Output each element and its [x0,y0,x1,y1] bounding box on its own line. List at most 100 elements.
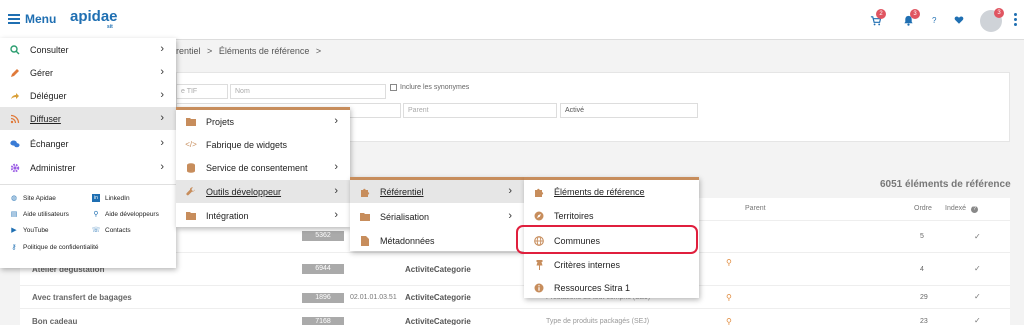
chevron-right-icon: › [334,161,338,173]
row-type: ActiviteCategorie [405,317,471,325]
parent-filter-input[interactable]: Parent [403,103,557,118]
check-icon: ✓ [974,292,981,301]
menu-item-metadonnees[interactable]: Métadonnées [350,229,524,252]
menu-item-gerer[interactable]: Gérer › [0,61,176,84]
bell-badge: 3 [910,9,920,19]
row-divider [20,285,1010,286]
link-youtube[interactable]: ▶ YouTube [10,226,48,235]
name-filter-input[interactable]: Nom [230,84,386,99]
globe-icon: ◍ [10,195,18,202]
menu-item-outils-developpeur[interactable]: Outils développeur › [176,180,350,203]
apidae-logo[interactable]: apidae sit [70,8,118,30]
menu-item-elements-reference[interactable]: Éléments de référence [524,180,699,203]
include-synonyms-checkbox[interactable]: Inclure les synonymes [390,84,469,91]
menu-divider [0,184,176,185]
file-icon [360,235,370,246]
checkbox-icon [390,84,397,91]
breadcrumb-elements: Éléments de référence [218,46,310,56]
menu-item-serialisation[interactable]: Sérialisation › [350,205,524,228]
menu-item-label: Territoires [554,210,594,221]
menu-button[interactable]: Menu [8,12,56,26]
chevron-right-icon: › [160,161,164,173]
search-icon[interactable]: ⚲ [726,293,732,302]
chevron-right-icon: › [160,89,164,101]
search-icon [10,44,20,55]
col-header-ordre[interactable]: Ordre [914,205,932,212]
code-filter-input[interactable]: e TIF [176,84,228,99]
col-header-indexe[interactable]: Indexé [945,205,966,212]
menu-item-label: Outils développeur [206,186,282,197]
menu-item-projets[interactable]: Projets › [176,110,350,133]
link-label: Site Apidae [23,194,56,202]
row-id: 5362 [302,231,344,241]
search-icon[interactable]: ⚲ [726,258,732,267]
row-id: 6944 [302,264,344,274]
main-menu: Consulter › Gérer › Déléguer › Diffuser … [0,38,176,268]
row-id: 1896 [302,293,344,303]
hamburger-icon [8,14,20,24]
book-icon: ▤ [10,211,18,218]
link-site-apidae[interactable]: ◍ Site Apidae [10,194,56,203]
breadcrumb-referentiel[interactable]: rentiel [176,46,201,56]
avatar-badge: 3 [994,8,1004,18]
submenu-diffuser: Projets › </> Fabrique de widgets Servic… [176,107,350,227]
status-select[interactable]: Activé [560,103,698,118]
link-politique-confidentialite[interactable]: ⚷ Politique de confidentialité [10,243,99,252]
menu-item-administrer[interactable]: Administrer › [0,156,176,179]
link-aide-developpeurs[interactable]: ⚲ Aide développeurs [92,210,158,219]
menu-item-deleguer[interactable]: Déléguer › [0,84,176,107]
check-icon: ✓ [974,232,981,241]
menu-item-label: Service de consentement [206,162,308,173]
menu-item-diffuser[interactable]: Diffuser › [0,107,176,130]
breadcrumb: rentiel > Éléments de référence > [176,46,321,56]
gear-icon [10,163,20,173]
more-vertical-icon[interactable] [1014,13,1017,26]
pencil-icon [10,68,20,78]
menu-item-territoires[interactable]: Territoires [524,204,699,227]
chat-icon [10,139,20,149]
breadcrumb-separator: > [315,46,322,56]
menu-item-service-consentement[interactable]: Service de consentement › [176,156,350,179]
chevron-right-icon: › [160,112,164,124]
chevron-right-icon: › [508,210,512,222]
menu-item-label: Critères internes [554,259,621,270]
row-ordre: 29 [920,294,928,301]
row-divider [20,308,1010,309]
menu-item-ressources-sitra[interactable]: Ressources Sitra 1 [524,276,699,299]
menu-item-label: Déléguer [30,90,67,101]
link-aide-utilisateurs[interactable]: ▤ Aide utilisateurs [10,210,69,219]
link-contacts[interactable]: ☏ Contacts [91,226,131,235]
link-linkedin[interactable]: in LinkedIn [92,194,130,202]
chevron-right-icon: › [160,43,164,55]
chevron-right-icon: › [334,115,338,127]
row-parent: Type de produits packagés (SEJ) [546,318,650,325]
share-icon [10,91,20,101]
help-icon[interactable]: ? [932,16,936,25]
menu-item-label: Administrer [30,162,76,173]
menu-item-integration[interactable]: Intégration › [176,204,350,227]
chevron-right-icon: › [334,185,338,197]
search-icon[interactable]: ⚲ [726,317,732,325]
menu-item-consulter[interactable]: Consulter › [0,38,176,61]
row-type: ActiviteCategorie [405,293,471,302]
menu-item-echanger[interactable]: Échanger › [0,132,176,155]
chevron-right-icon: › [160,66,164,78]
search-icon: ⚲ [93,211,99,218]
phone-icon: ☏ [91,227,101,234]
logo-subtext: sit [107,24,113,30]
link-label: Politique de confidentialité [23,243,99,251]
heart-icon[interactable] [954,15,964,28]
info-icon [534,283,544,293]
menu-item-referentiel[interactable]: Référentiel › [350,180,524,203]
menu-item-label: Gérer [30,67,54,78]
menu-item-label: Consulter [30,44,69,55]
folder-icon [360,212,370,222]
row-ordre: 5 [920,233,924,240]
menu-item-label: Diffuser [30,113,61,124]
menu-item-criteres-internes[interactable]: Critères internes [524,253,699,276]
menu-item-fabrique-widgets[interactable]: </> Fabrique de widgets [176,133,350,156]
row-id: 7168 [302,317,344,325]
submenu-outils-developpeur: Référentiel › Sérialisation › Métadonnée… [350,177,524,251]
folder-icon [186,211,196,221]
col-header-parent[interactable]: Parent [745,205,766,212]
